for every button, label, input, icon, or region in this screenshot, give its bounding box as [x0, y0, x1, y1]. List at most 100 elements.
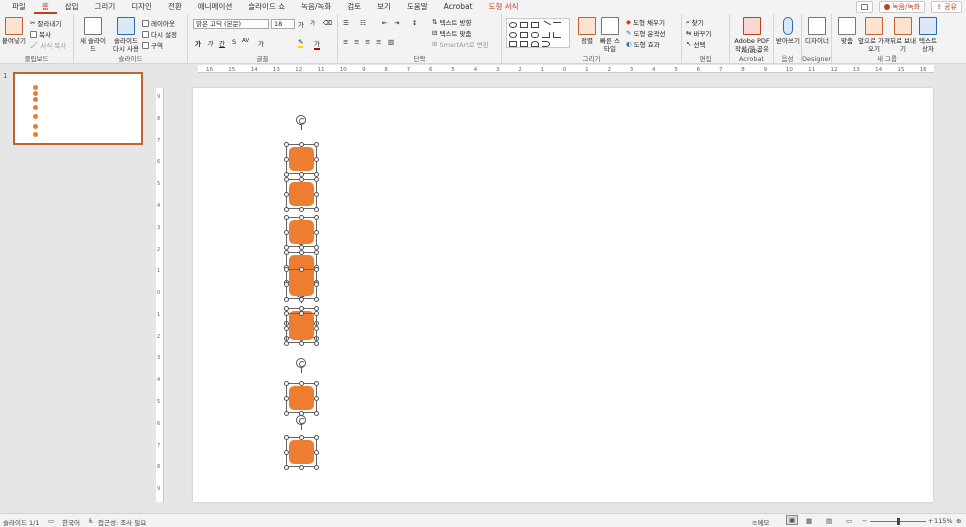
resize-handle[interactable]: [299, 267, 304, 272]
tab-shape-format[interactable]: 도형 서식: [481, 0, 527, 14]
find-button[interactable]: ⌕ 찾기: [686, 17, 704, 28]
reuse-slide-button[interactable]: 슬라이드 다시 사용: [112, 17, 140, 53]
select-button[interactable]: ↖ 선택: [686, 39, 705, 49]
section-button[interactable]: 구역: [142, 40, 163, 50]
shape-fill-button[interactable]: ◆ 도형 채우기: [626, 17, 665, 27]
tab-file[interactable]: 파일: [4, 0, 34, 14]
tab-home[interactable]: 홈: [33, 0, 57, 14]
comments-button[interactable]: [856, 1, 874, 13]
resize-handle[interactable]: [299, 435, 304, 440]
underline-button[interactable]: 간: [219, 38, 225, 48]
align-left-button[interactable]: ≡: [343, 38, 348, 46]
align-text-button[interactable]: ⊟ 텍스트 맞춤: [432, 28, 471, 38]
resize-handle[interactable]: [284, 142, 289, 147]
paste-button[interactable]: 붙여넣기: [2, 17, 26, 45]
align-right-button[interactable]: ≡: [365, 38, 370, 46]
font-size-field[interactable]: 18: [271, 19, 295, 29]
cut-button[interactable]: ✂ 잘라내기: [30, 18, 61, 28]
font-name-field[interactable]: 맑은 고딕 (본문): [193, 19, 269, 29]
resize-handle[interactable]: [314, 450, 319, 455]
resize-handle[interactable]: [284, 215, 289, 220]
tab-insert[interactable]: 삽입: [57, 0, 87, 14]
resize-handle[interactable]: [314, 250, 319, 255]
resize-handle[interactable]: [284, 341, 289, 346]
rotate-handle[interactable]: [296, 115, 306, 125]
resize-handle[interactable]: [314, 142, 319, 147]
replace-button[interactable]: ⇆ 바꾸기: [686, 28, 711, 38]
resize-handle[interactable]: [299, 341, 304, 346]
resize-handle[interactable]: [284, 282, 289, 287]
align-center-button[interactable]: ≡: [354, 38, 359, 46]
resize-handle[interactable]: [284, 157, 289, 162]
resize-handle[interactable]: [284, 267, 289, 272]
slide-canvas[interactable]: [193, 88, 933, 502]
line-shape-icon[interactable]: [541, 20, 551, 30]
resize-handle[interactable]: [284, 381, 289, 386]
resize-handle[interactable]: [284, 465, 289, 470]
square-shape-icon[interactable]: [520, 32, 528, 38]
smartart-button[interactable]: ⊞ SmartArt로 변환: [432, 39, 489, 49]
zoom-slider[interactable]: [870, 518, 926, 525]
tab-design[interactable]: 디자인: [123, 0, 160, 14]
arrange-button[interactable]: 정렬: [576, 17, 598, 45]
increase-indent-button[interactable]: ⇥: [394, 19, 399, 27]
resize-handle[interactable]: [299, 250, 304, 255]
resize-handle[interactable]: [284, 192, 289, 197]
reset-button[interactable]: 다시 설정: [142, 29, 177, 39]
resize-handle[interactable]: [314, 297, 319, 302]
tab-view[interactable]: 보기: [369, 0, 399, 14]
fit-slide-icon[interactable]: ⊕: [956, 517, 961, 525]
resize-handle[interactable]: [299, 381, 304, 386]
char-spacing-button[interactable]: AV: [242, 38, 249, 44]
accessibility-status[interactable]: 접근성: 조사 필요: [98, 517, 146, 527]
italic-button[interactable]: 가: [207, 38, 213, 48]
oval-shape-icon[interactable]: [509, 22, 517, 28]
tab-draw[interactable]: 그리기: [87, 0, 124, 14]
font-color-button[interactable]: 가: [314, 38, 320, 50]
resize-handle[interactable]: [299, 297, 304, 302]
reading-view-button[interactable]: ▤: [826, 517, 832, 525]
resize-handle[interactable]: [314, 411, 319, 416]
shape-outline-button[interactable]: ✎ 도형 윤곽선: [626, 28, 665, 38]
tab-slideshow[interactable]: 슬라이드 쇼: [240, 0, 293, 14]
spelling-icon[interactable]: ▭: [48, 517, 54, 525]
resize-handle[interactable]: [314, 230, 319, 235]
resize-handle[interactable]: [299, 215, 304, 220]
resize-handle[interactable]: [299, 465, 304, 470]
slide-sorter-button[interactable]: ▦: [806, 517, 812, 525]
resize-handle[interactable]: [299, 411, 304, 416]
format-painter-button[interactable]: 🖌 서식 복사: [30, 40, 66, 50]
slide-thumbnail[interactable]: [13, 72, 143, 145]
textbox-shape-icon[interactable]: [531, 22, 539, 28]
zoom-level[interactable]: 115%: [934, 517, 953, 525]
connector-shape-icon[interactable]: [542, 32, 550, 38]
resize-handle[interactable]: [314, 311, 319, 316]
resize-handle[interactable]: [314, 341, 319, 346]
zoom-in-button[interactable]: +: [928, 517, 933, 525]
resize-handle[interactable]: [284, 435, 289, 440]
tab-help[interactable]: 도움말: [399, 0, 436, 14]
new-slide-button[interactable]: 새 슬라이드: [78, 17, 108, 53]
resize-handle[interactable]: [314, 177, 319, 182]
rotate-handle[interactable]: [296, 358, 306, 368]
resize-handle[interactable]: [299, 311, 304, 316]
resize-handle[interactable]: [314, 157, 319, 162]
numbering-button[interactable]: ☷: [360, 19, 366, 27]
tab-animations[interactable]: 애니메이션: [190, 0, 241, 14]
dictate-button[interactable]: 받아쓰기: [776, 17, 800, 45]
resize-handle[interactable]: [299, 177, 304, 182]
resize-handle[interactable]: [299, 207, 304, 212]
normal-view-button[interactable]: ▣: [786, 515, 799, 525]
shapes-gallery[interactable]: [506, 18, 570, 48]
line-spacing-button[interactable]: ↕: [412, 19, 417, 27]
resize-handle[interactable]: [314, 396, 319, 401]
resize-handle[interactable]: [314, 192, 319, 197]
resize-handle[interactable]: [299, 142, 304, 147]
line2-shape-icon[interactable]: [553, 22, 561, 28]
text-direction-button[interactable]: ⇅ 텍스트 방향: [432, 17, 471, 27]
resize-handle[interactable]: [284, 450, 289, 455]
clear-format-button[interactable]: ⌫: [323, 19, 332, 27]
zoom-out-button[interactable]: −: [862, 517, 867, 525]
resize-handle[interactable]: [284, 396, 289, 401]
resize-handle[interactable]: [284, 297, 289, 302]
